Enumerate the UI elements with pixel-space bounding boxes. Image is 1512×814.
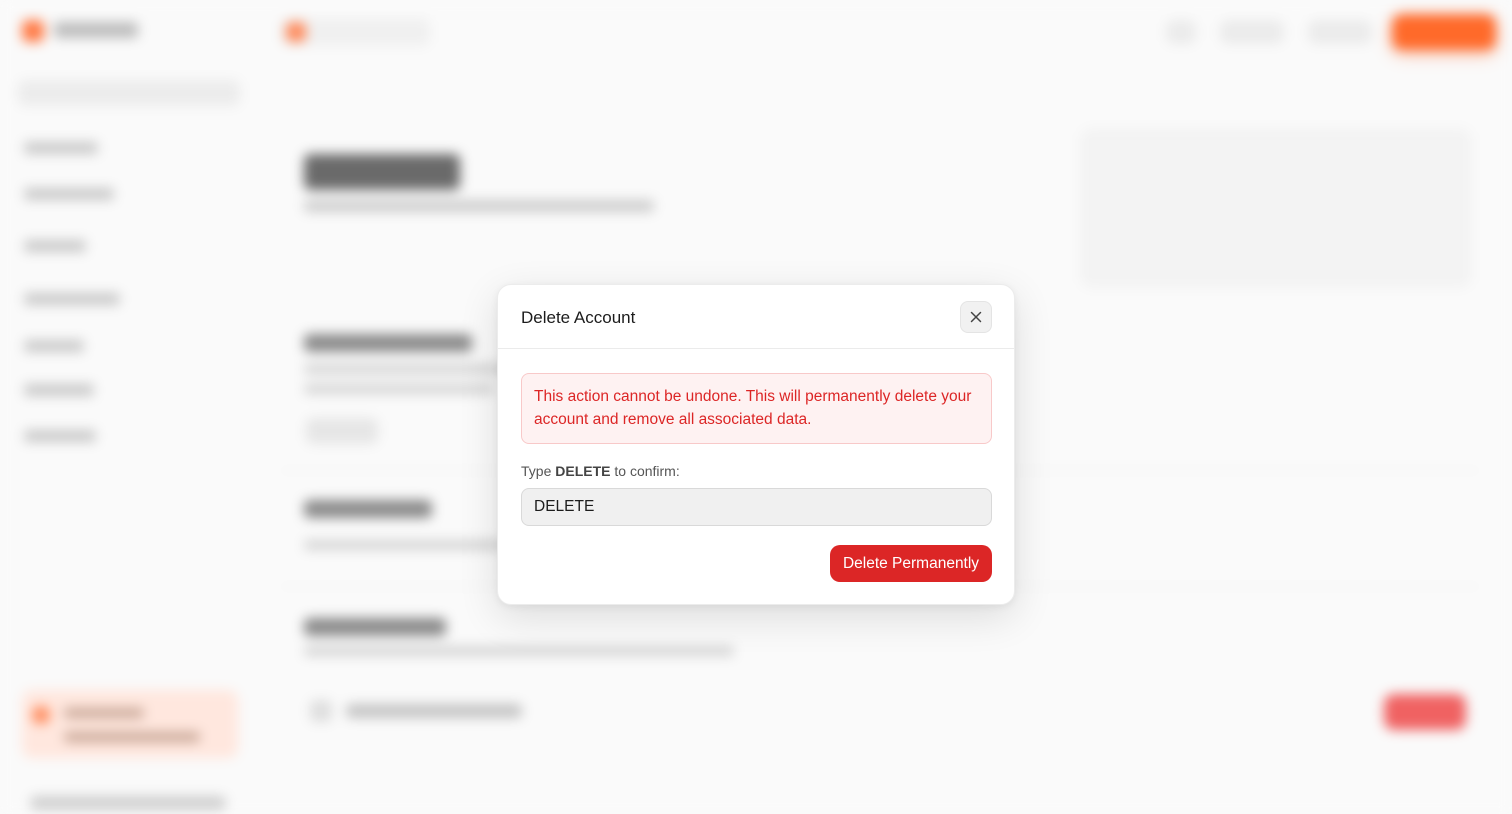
sidebar-search [18,80,240,106]
confirm-label-suffix: to confirm: [610,463,680,479]
warning-alert: This action cannot be undone. This will … [521,373,992,444]
sidebar-item [24,188,114,200]
sidebar-item [24,430,96,442]
sidebar-item [24,240,86,252]
background-delete-button [1384,694,1466,730]
section-text [304,646,734,656]
upgrade-button [1392,14,1496,50]
top-bar [0,0,1512,64]
close-button[interactable] [960,301,992,333]
sidebar-item [24,293,120,305]
mail-icon [310,700,332,722]
promo-line [64,732,200,742]
warning-text: This action cannot be undone. This will … [534,388,972,428]
section-text [304,540,504,550]
dialog-title: Delete Account [521,308,636,327]
promo-icon [32,706,50,724]
app-name [54,22,138,38]
section-text [304,364,514,374]
sidebar-promo-card [22,690,238,758]
page-subtitle [304,200,654,212]
section-title [304,334,472,352]
confirm-keyword: DELETE [555,463,611,479]
top-bar-link [1220,20,1284,44]
sidebar-item [24,142,98,154]
section-button [306,418,378,444]
sidebar-item [24,340,84,352]
sidebar-item [24,384,94,396]
promo-line [64,708,144,718]
dialog-header: Delete Account [498,285,1014,349]
account-email [346,704,522,718]
section-title [304,500,432,518]
notification-icon [1166,20,1196,44]
confirm-label: Type DELETE to confirm: [521,462,680,480]
profile-card [1080,128,1472,288]
confirm-label-prefix: Type [521,463,556,479]
section-title [304,618,446,636]
delete-account-dialog: Delete Account This action cannot be und… [497,284,1015,605]
confirm-input[interactable] [521,488,992,526]
page-title [304,154,460,190]
close-icon [970,311,982,323]
app-logo [22,20,44,42]
top-bar-link [1308,20,1372,44]
section-text [304,384,494,394]
sidebar-user [30,796,226,810]
workspace-icon [286,22,306,42]
delete-permanently-button[interactable]: Delete Permanently [830,545,992,582]
